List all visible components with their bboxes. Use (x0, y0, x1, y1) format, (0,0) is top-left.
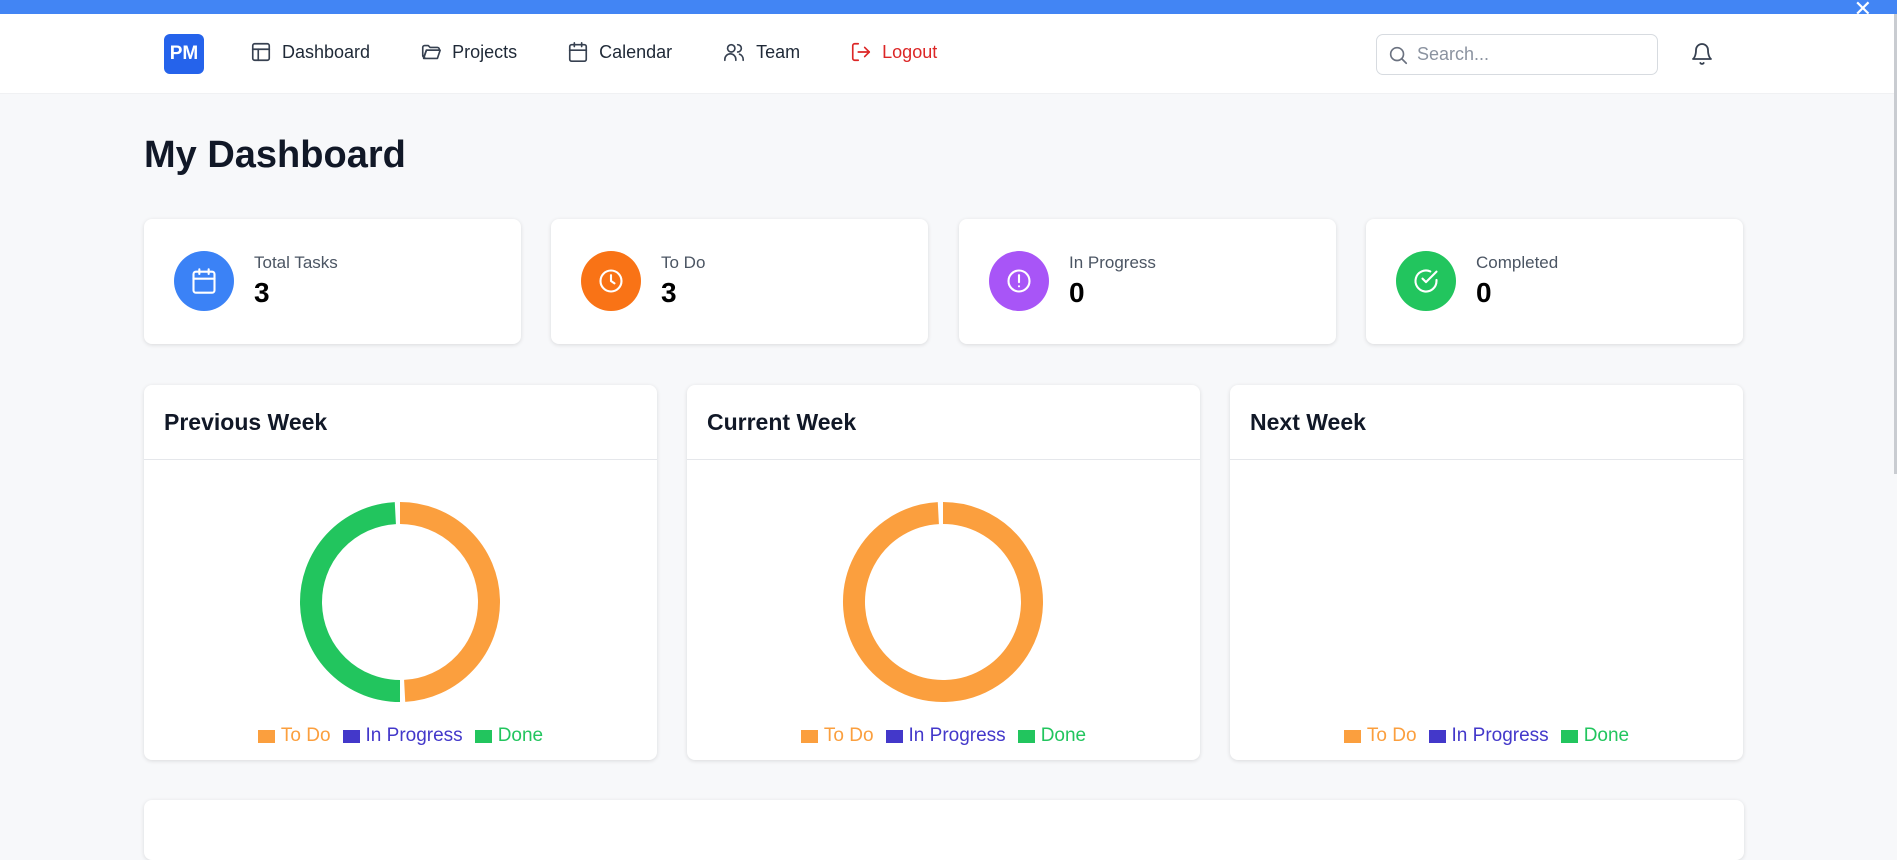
donut-chart (300, 502, 500, 702)
chart-legend: To Do In Progress Done (687, 725, 1200, 747)
donut-segment-done[interactable] (300, 502, 401, 702)
legend-swatch (800, 729, 818, 743)
top-navigation: PM Dashboard Projects Calendar Team Logo… (0, 14, 1894, 94)
clock-icon (581, 251, 641, 311)
nav-item-label: Calendar (599, 41, 673, 62)
nav-item-calendar[interactable]: Calendar (567, 41, 672, 63)
legend-swatch (885, 729, 903, 743)
folder-icon (421, 44, 442, 60)
nav-item-label: Dashboard (282, 41, 371, 62)
legend-swatch (257, 729, 275, 743)
chart-legend: To Do In Progress Done (144, 725, 657, 747)
legend-label: Done (1583, 725, 1630, 746)
week-card-title: Current Week (687, 385, 1200, 460)
stat-card-completed: Completed 0 (1366, 219, 1743, 344)
legend-label: Done (1040, 725, 1087, 746)
nav-item-label: Team (756, 41, 801, 62)
stat-value: 0 (1476, 277, 1492, 308)
layout-icon (251, 42, 271, 62)
chart-legend: To Do In Progress Done (1230, 725, 1743, 747)
legend-item-done[interactable]: Done (1560, 725, 1630, 747)
week-card-title: Previous Week (144, 385, 657, 460)
legend-label: In Progress (908, 725, 1006, 746)
stat-value: 3 (254, 277, 270, 308)
donut-segment-to-do[interactable] (399, 502, 500, 702)
nav-item-label: Logout (882, 41, 938, 62)
donut-chart (843, 502, 1043, 702)
donut-chart (1384, 500, 1588, 704)
legend-item-done[interactable]: Done (1017, 725, 1087, 747)
stat-value: 0 (1069, 277, 1085, 308)
nav-item-label: Projects (452, 41, 518, 62)
page-title: My Dashboard (144, 134, 406, 176)
nav-item-team[interactable]: Team (722, 41, 800, 63)
legend-swatch (1560, 729, 1578, 743)
legend-label: Done (497, 725, 544, 746)
donut-segment-to-do[interactable] (843, 502, 1043, 702)
stat-card-to-do: To Do 3 (551, 219, 928, 344)
legend-swatch (342, 729, 360, 743)
legend-label: In Progress (365, 725, 463, 746)
check-circle-icon (1396, 251, 1456, 311)
legend-swatch (1017, 729, 1035, 743)
legend-swatch (1428, 729, 1446, 743)
legend-item-in-progress[interactable]: In Progress (1428, 725, 1549, 747)
legend-swatch (1343, 729, 1361, 743)
app-logo[interactable]: PM (164, 34, 204, 74)
stat-card-total-tasks: Total Tasks 3 (144, 219, 521, 344)
bottom-card (144, 800, 1744, 860)
legend-label: To Do (280, 725, 331, 746)
nav-item-projects[interactable]: Projects (420, 41, 517, 63)
legend-label: In Progress (1451, 725, 1549, 746)
bell-icon[interactable] (1690, 42, 1714, 71)
legend-item-todo[interactable]: To Do (257, 725, 331, 747)
top-accent-bar (0, 0, 1897, 14)
week-card-next: Next Week To Do In Progress Done (1230, 385, 1743, 760)
stat-label: To Do (661, 253, 706, 272)
legend-item-in-progress[interactable]: In Progress (342, 725, 463, 747)
nav-links: Dashboard Projects Calendar Team Logout (250, 41, 987, 63)
stat-label: In Progress (1069, 253, 1156, 272)
week-card-current: Current Week To Do In Progress Done (687, 385, 1200, 760)
search-box (1376, 34, 1658, 75)
alert-circle-icon (989, 251, 1049, 311)
week-card-previous: Previous Week To Do In Progress Done (144, 385, 657, 760)
week-card-title: Next Week (1230, 385, 1743, 460)
search-input[interactable] (1417, 44, 1637, 65)
stat-label: Completed (1476, 253, 1559, 272)
users-icon (724, 43, 745, 62)
nav-item-logout[interactable]: Logout (850, 41, 937, 63)
legend-item-in-progress[interactable]: In Progress (885, 725, 1006, 747)
nav-item-dashboard[interactable]: Dashboard (250, 41, 370, 63)
legend-item-done[interactable]: Done (474, 725, 544, 747)
stat-card-in-progress: In Progress 0 (959, 219, 1336, 344)
calendar-icon (569, 42, 588, 62)
legend-item-todo[interactable]: To Do (1343, 725, 1417, 747)
stat-label: Total Tasks (254, 253, 338, 272)
legend-label: To Do (1366, 725, 1417, 746)
search-icon (1389, 46, 1408, 64)
logout-icon (852, 42, 871, 62)
legend-label: To Do (823, 725, 874, 746)
stat-value: 3 (661, 277, 677, 308)
legend-swatch (474, 729, 492, 743)
legend-item-todo[interactable]: To Do (800, 725, 874, 747)
calendar-icon (174, 251, 234, 311)
